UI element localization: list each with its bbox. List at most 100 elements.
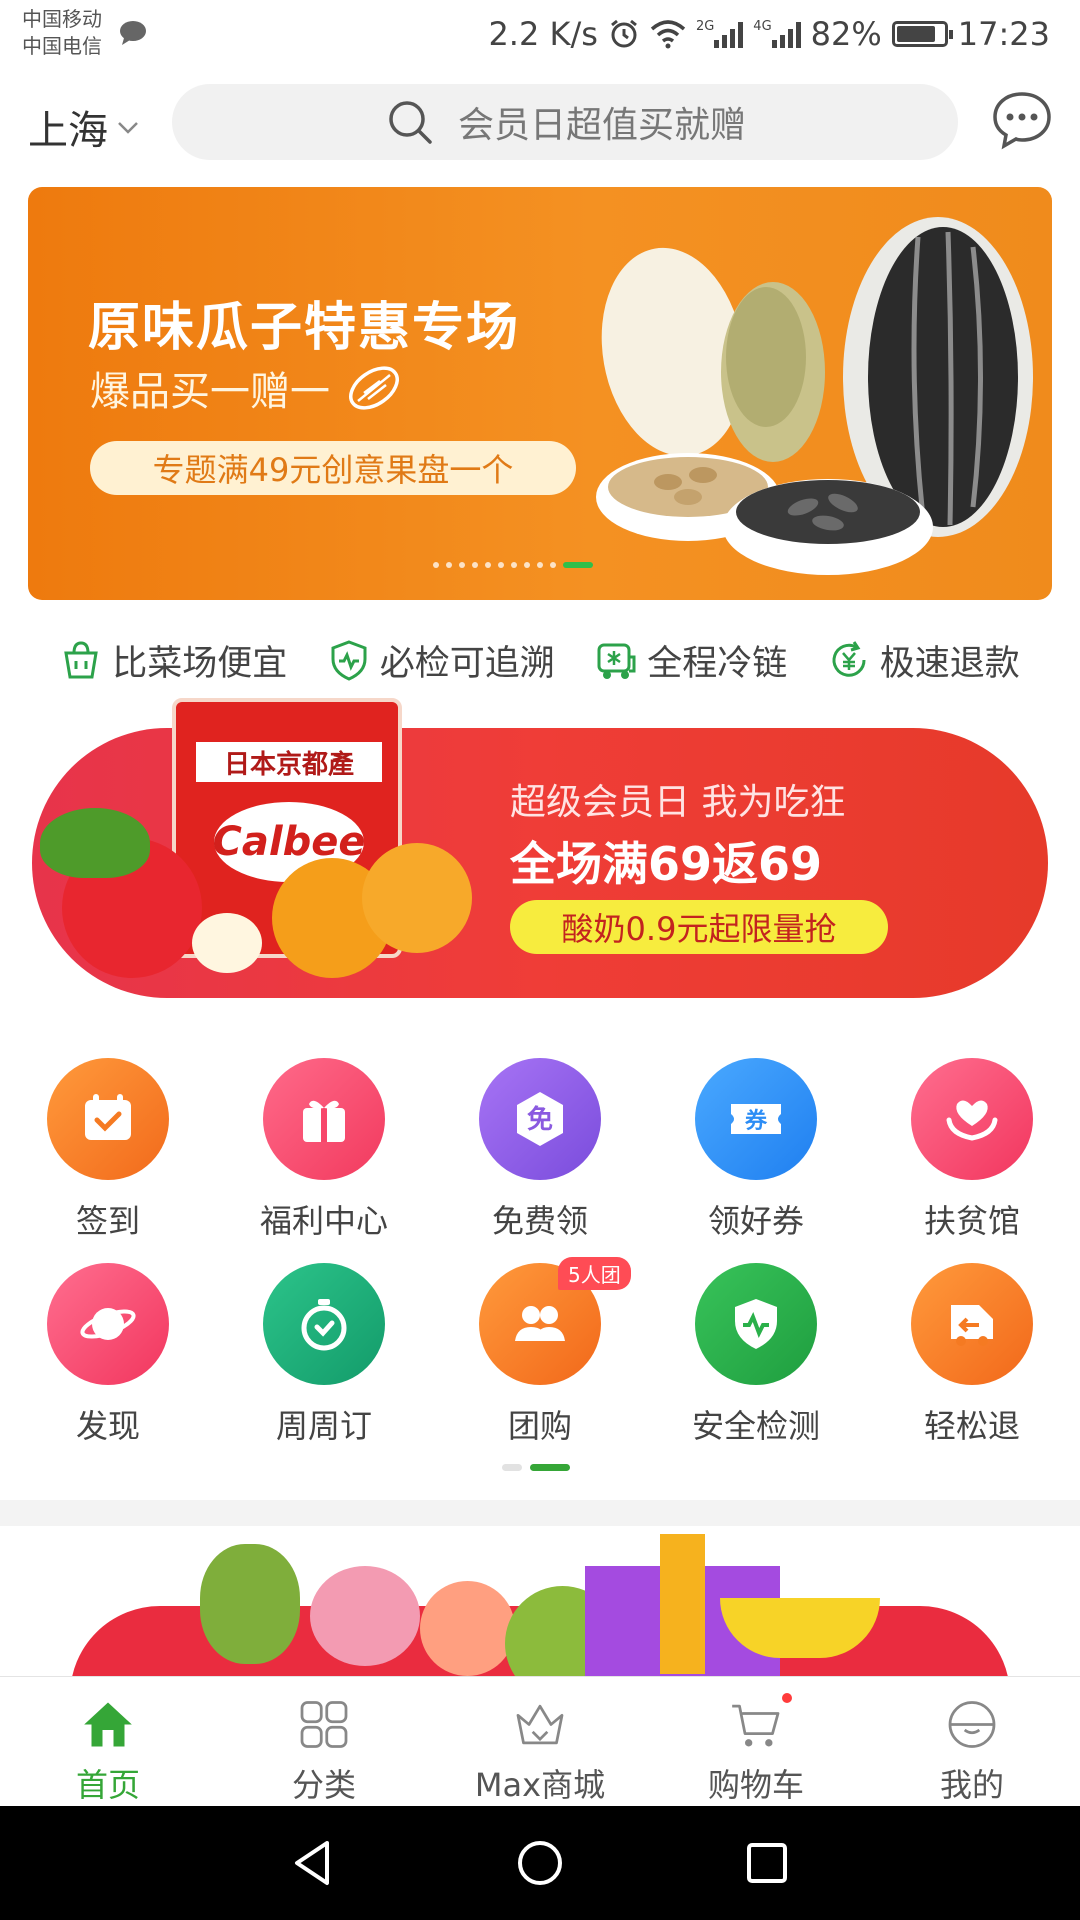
banner-offer: 全场满69返69 [510, 837, 823, 891]
grid-icon-bg [47, 1058, 169, 1180]
feature-strip: 比菜场便宜 必检可追溯 全程冷链 极速退款 [0, 630, 1080, 690]
nav-cart[interactable]: 购物车 [648, 1677, 864, 1806]
nav-label: 我的 [939, 1766, 1004, 1804]
signal-2g: 2G [696, 20, 744, 48]
grid-label: 签到 [75, 1202, 140, 1240]
nav-max-mall[interactable]: Max商城 [432, 1677, 648, 1806]
grid-icon-bg [911, 1058, 1033, 1180]
chevron-down-icon [118, 122, 138, 134]
group-icon [515, 1306, 565, 1341]
cart-notification-dot [782, 1693, 792, 1703]
carrier-1: 中国移动 [22, 7, 102, 31]
return-truck-icon [951, 1305, 993, 1346]
pagination-dot [446, 562, 452, 568]
pager-dot [530, 1464, 570, 1471]
pager-dot [502, 1464, 522, 1471]
shortcut-easy-return[interactable]: 轻松退 [864, 1263, 1080, 1468]
banner-pagination [433, 562, 593, 568]
shortcut-discover[interactable]: 发现 [0, 1263, 216, 1468]
network-speed: 2.2 K/s [488, 15, 598, 53]
battery-icon [891, 21, 953, 47]
nav-home[interactable]: 首页 [0, 1677, 216, 1806]
grid-label: 轻松退 [923, 1407, 1020, 1445]
feature-label: 必检可追溯 [379, 643, 555, 684]
grid-icon-bg [911, 1263, 1033, 1385]
pagination-dot [563, 562, 593, 568]
recents-icon[interactable] [741, 1837, 793, 1889]
banner-subtitle-text: 爆品买一赠一 [90, 369, 330, 415]
shortcut-poverty-aid[interactable]: 扶贫馆 [864, 1058, 1080, 1263]
grid-icon-bg [47, 1263, 169, 1385]
home-circle-icon[interactable] [514, 1837, 566, 1889]
pagination-dot [537, 562, 543, 568]
heart-hands-icon [946, 1100, 998, 1141]
shortcut-welfare[interactable]: 福利中心 [216, 1058, 432, 1263]
sunflower-seeds-image [596, 217, 1033, 575]
free-glyph: 免 [527, 1104, 553, 1135]
nav-label: 首页 [75, 1766, 140, 1804]
status-indicators: 2.2 K/s 2G 4G 82% 17:23 [488, 12, 1050, 56]
profile-icon [948, 1701, 996, 1748]
pagination-dot [485, 562, 491, 568]
calendar-check-icon [85, 1094, 131, 1140]
orange-image [362, 843, 472, 953]
search-bar[interactable]: 会员日超值买就赠 [172, 84, 958, 160]
clock: 17:23 [957, 15, 1050, 53]
notification-chat-icon [120, 21, 146, 45]
leaf-image [40, 808, 150, 878]
shortcut-weekly[interactable]: 周周订 [216, 1263, 432, 1468]
grid-pagination [502, 1464, 570, 1471]
banner-title: 原味瓜子特惠专场 [88, 298, 521, 358]
shortcut-sign-in[interactable]: 签到 [0, 1058, 216, 1263]
member-day-banner[interactable]: 日本京都產 Calbee 超级会员日 我为吃狂 全场满69返69 酸奶0.9元起… [32, 698, 1048, 998]
system-nav-bar [0, 1806, 1080, 1920]
battery-percent: 82% [810, 15, 882, 53]
grid-label: 福利中心 [259, 1202, 388, 1240]
back-icon[interactable] [287, 1837, 339, 1889]
banner-subtitle: 爆品买一赠一 [90, 359, 404, 417]
pagination-dot [459, 562, 465, 568]
bag-label: 日本京都產 [196, 742, 382, 782]
planet-icon [80, 1308, 136, 1340]
grid-label: 发现 [75, 1407, 140, 1445]
feature-item: 极速退款 [828, 635, 1020, 686]
city-selector[interactable]: 上海 [28, 98, 142, 156]
feature-label: 全程冷链 [647, 643, 788, 684]
shortcut-free[interactable]: 免 免费领 [432, 1058, 648, 1263]
shortcut-coupon[interactable]: 券 领好券 [648, 1058, 864, 1263]
fruit-promo-banner[interactable] [0, 1526, 1080, 1676]
flower-image [192, 913, 262, 973]
seed-icon [349, 366, 399, 410]
carrier-info: 中国移动 中国电信 [22, 6, 102, 60]
banner-pill: 专题满49元创意果盘一个 [90, 441, 576, 495]
grid-label: 安全检测 [691, 1407, 820, 1445]
coupon-glyph: 券 [744, 1108, 768, 1134]
grid-label: 领好券 [707, 1202, 804, 1240]
signal-4g: 4G [753, 20, 801, 48]
wifi-icon [650, 20, 686, 49]
shortcut-safety-check[interactable]: 安全检测 [648, 1263, 864, 1468]
nav-category[interactable]: 分类 [216, 1677, 432, 1806]
gift-icon [303, 1100, 345, 1142]
shortcut-grid: 签到 福利中心 免 免费领 券 领好券 扶贫馆 发现 周周订 5人团 团购 安全… [0, 1058, 1080, 1468]
grid-icon-bg [263, 1058, 385, 1180]
feature-label: 比菜场便宜 [112, 643, 288, 684]
dragonfruit-image [310, 1566, 420, 1666]
shortcut-group-buy[interactable]: 5人团 团购 [432, 1257, 648, 1468]
pagination-dot [511, 562, 517, 568]
grid-row-2: 发现 周周订 5人团 团购 安全检测 轻松退 [0, 1257, 1080, 1468]
nav-profile[interactable]: 我的 [864, 1677, 1080, 1806]
signal-bars-icon [714, 20, 744, 48]
message-icon[interactable] [990, 88, 1054, 152]
home-icon [84, 1702, 132, 1747]
grid-label: 周周订 [275, 1407, 372, 1445]
feature-item: 必检可追溯 [328, 635, 555, 686]
main-banner[interactable]: 原味瓜子特惠专场 爆品买一赠一 专题满49元创意果盘一个 [28, 187, 1052, 600]
pagination-dot [524, 562, 530, 568]
cart-icon [732, 1704, 780, 1747]
carrier-2: 中国电信 [22, 34, 102, 58]
feature-item: 比菜场便宜 [60, 635, 287, 686]
grid-row-1: 签到 福利中心 免 免费领 券 领好券 扶贫馆 [0, 1058, 1080, 1263]
banner-headline: 超级会员日 我为吃狂 [510, 782, 846, 823]
peach-image [420, 1581, 515, 1676]
